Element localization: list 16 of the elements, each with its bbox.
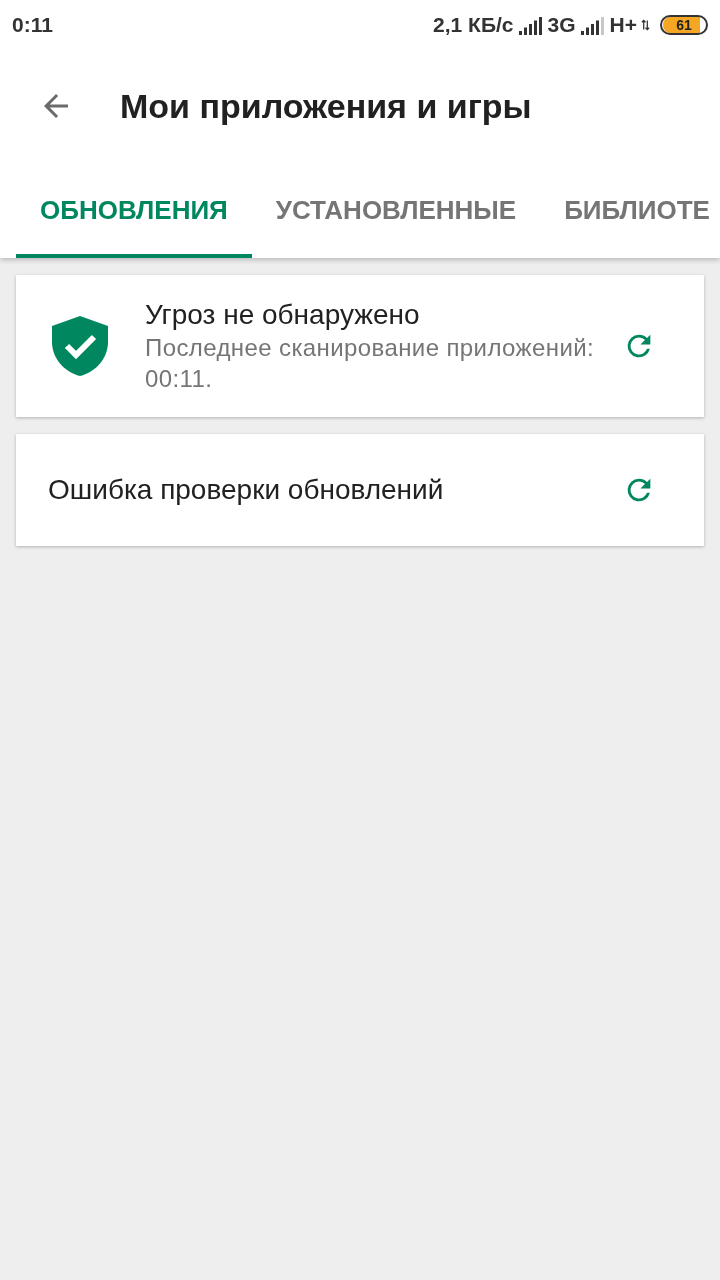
network-speed: 2,1 КБ/с <box>433 13 514 37</box>
network-type: H+ <box>609 13 637 37</box>
signal-icon <box>579 15 606 35</box>
card-title: Ошибка проверки обновлений <box>48 473 445 507</box>
data-arrows-icon <box>641 19 650 31</box>
tab[interactable]: БИБЛИОТЕ <box>540 162 720 258</box>
card-subtitle: Последнее сканирование приложений: 00:11. <box>145 333 596 394</box>
shield-check-icon <box>52 316 108 376</box>
network-type: 3G <box>547 13 576 37</box>
card-title: Угроз не обнаружено <box>145 298 421 332</box>
battery-indicator: 61 <box>660 15 708 35</box>
page-title: Мои приложения и игры <box>120 86 532 126</box>
tab[interactable]: УСТАНОВЛЕННЫЕ <box>251 162 541 258</box>
status-time: 0:11 <box>12 13 53 37</box>
tab[interactable]: ОБНОВЛЕНИЯ <box>16 162 252 258</box>
signal-icon <box>517 15 544 35</box>
